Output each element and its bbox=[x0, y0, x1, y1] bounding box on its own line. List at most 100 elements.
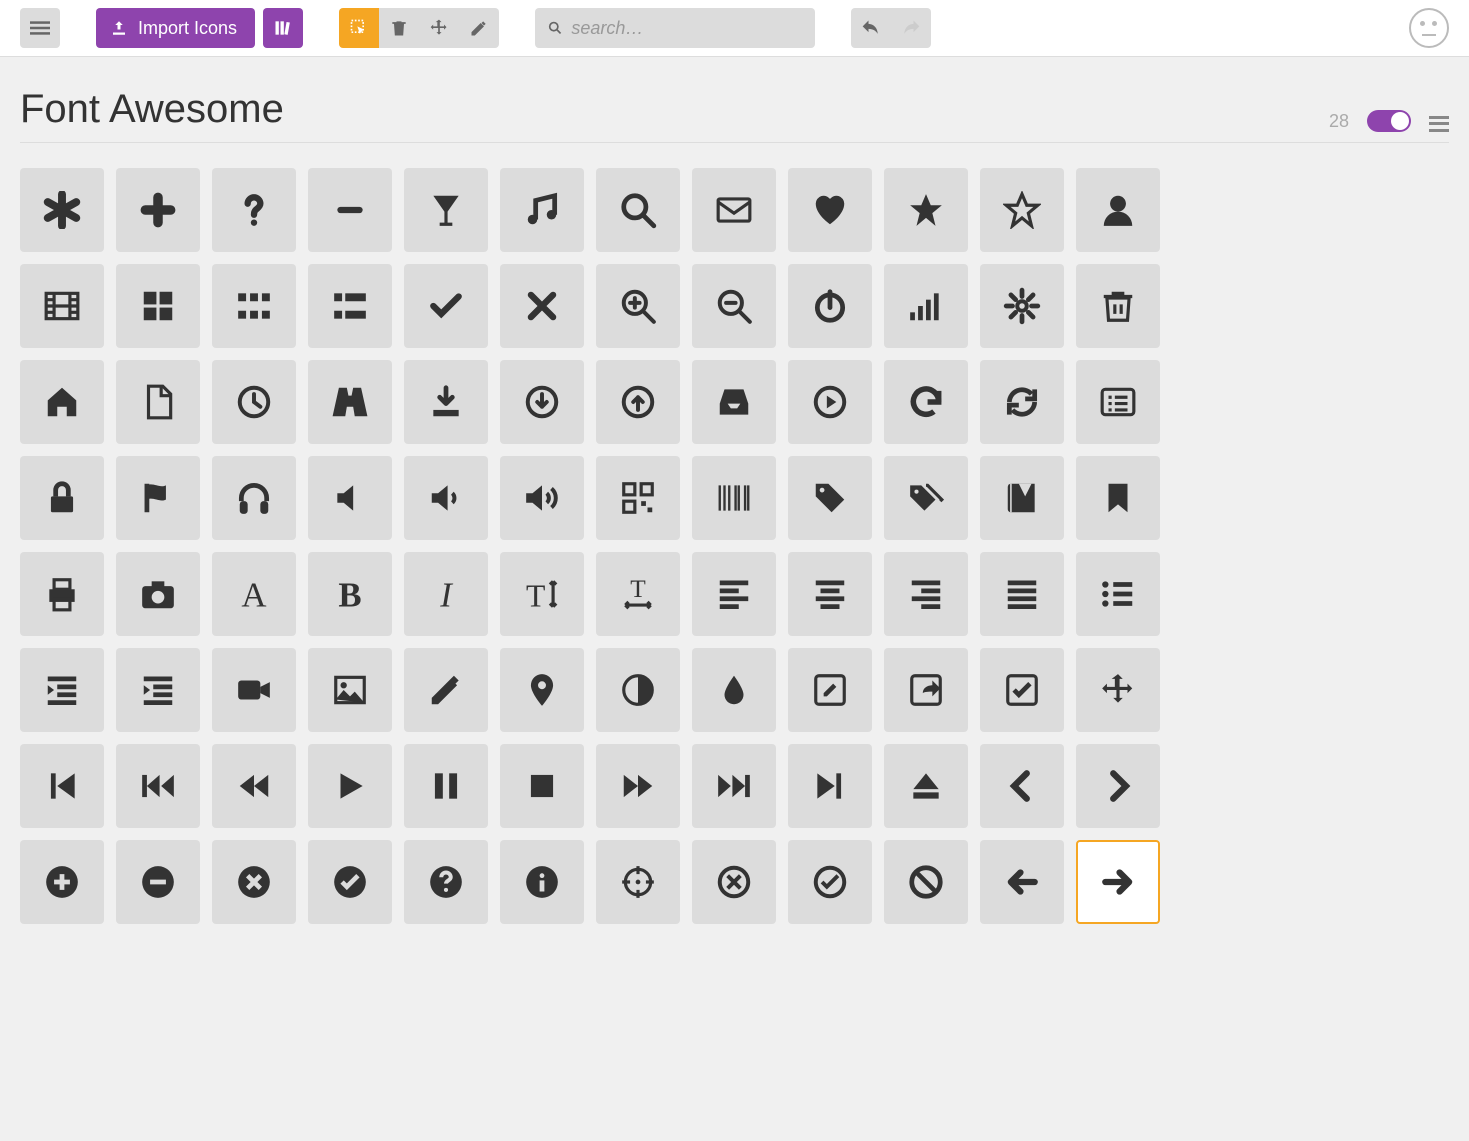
icon-cell-trash-o[interactable] bbox=[1076, 264, 1160, 348]
icon-cell-inbox[interactable] bbox=[692, 360, 776, 444]
icon-cell-headphones[interactable] bbox=[212, 456, 296, 540]
select-tool-button[interactable] bbox=[339, 8, 379, 48]
icon-cell-align-right[interactable] bbox=[884, 552, 968, 636]
icon-cell-volume-down[interactable] bbox=[404, 456, 488, 540]
icon-cell-power-off[interactable] bbox=[788, 264, 872, 348]
icon-cell-italic[interactable]: I bbox=[404, 552, 488, 636]
icon-cell-outdent[interactable] bbox=[20, 648, 104, 732]
icon-cell-chevron-left[interactable] bbox=[980, 744, 1064, 828]
icon-cell-fast-forward[interactable] bbox=[692, 744, 776, 828]
icon-cell-lock[interactable] bbox=[20, 456, 104, 540]
icon-cell-star-o[interactable] bbox=[980, 168, 1064, 252]
icon-cell-tint[interactable] bbox=[692, 648, 776, 732]
icon-cell-ban[interactable] bbox=[884, 840, 968, 924]
icon-cell-file-o[interactable] bbox=[116, 360, 200, 444]
icon-cell-text-width[interactable]: T bbox=[596, 552, 680, 636]
icon-cell-th-large[interactable] bbox=[116, 264, 200, 348]
icon-cell-minus-circle[interactable] bbox=[116, 840, 200, 924]
icon-cell-download[interactable] bbox=[404, 360, 488, 444]
icon-cell-search[interactable] bbox=[596, 168, 680, 252]
search-field[interactable] bbox=[535, 8, 815, 48]
icon-cell-align-left[interactable] bbox=[692, 552, 776, 636]
icon-cell-star[interactable] bbox=[884, 168, 968, 252]
delete-button[interactable] bbox=[379, 8, 419, 48]
icon-cell-align-justify[interactable] bbox=[980, 552, 1064, 636]
library-button[interactable] bbox=[263, 8, 303, 48]
icon-cell-pencil[interactable] bbox=[404, 648, 488, 732]
icon-cell-adjust[interactable] bbox=[596, 648, 680, 732]
icon-cell-font[interactable]: A bbox=[212, 552, 296, 636]
move-tool-button[interactable] bbox=[419, 8, 459, 48]
icon-cell-info-circle[interactable] bbox=[500, 840, 584, 924]
icon-cell-list[interactable] bbox=[1076, 552, 1160, 636]
icon-cell-step-forward[interactable] bbox=[788, 744, 872, 828]
icon-cell-question[interactable] bbox=[212, 168, 296, 252]
icon-cell-tag[interactable] bbox=[788, 456, 872, 540]
icon-cell-th[interactable] bbox=[212, 264, 296, 348]
icon-cell-signal[interactable] bbox=[884, 264, 968, 348]
icon-cell-arrow-circle-o-up[interactable] bbox=[596, 360, 680, 444]
icon-cell-play-circle-o[interactable] bbox=[788, 360, 872, 444]
icon-cell-fast-backward[interactable] bbox=[116, 744, 200, 828]
icon-cell-align-center[interactable] bbox=[788, 552, 872, 636]
icon-cell-refresh[interactable] bbox=[980, 360, 1064, 444]
icon-cell-check-circle-o[interactable] bbox=[788, 840, 872, 924]
import-icons-button[interactable]: Import Icons bbox=[96, 8, 255, 48]
set-menu-button[interactable] bbox=[1429, 116, 1449, 132]
icon-cell-eject[interactable] bbox=[884, 744, 968, 828]
search-input[interactable] bbox=[571, 18, 803, 39]
icon-cell-check-square-o[interactable] bbox=[980, 648, 1064, 732]
icon-cell-arrow-right[interactable] bbox=[1076, 840, 1160, 924]
icon-cell-question-circle[interactable] bbox=[404, 840, 488, 924]
icon-cell-chevron-right[interactable] bbox=[1076, 744, 1160, 828]
icon-cell-glass[interactable] bbox=[404, 168, 488, 252]
icon-cell-pencil-square-o[interactable] bbox=[788, 648, 872, 732]
menu-button[interactable] bbox=[20, 8, 60, 48]
icon-cell-plus[interactable] bbox=[116, 168, 200, 252]
icon-cell-heart[interactable] bbox=[788, 168, 872, 252]
icon-cell-play[interactable] bbox=[308, 744, 392, 828]
icon-cell-clock-o[interactable] bbox=[212, 360, 296, 444]
icon-cell-share-square-o[interactable] bbox=[884, 648, 968, 732]
icon-cell-cog[interactable] bbox=[980, 264, 1064, 348]
icon-cell-film[interactable] bbox=[20, 264, 104, 348]
icon-cell-repeat[interactable] bbox=[884, 360, 968, 444]
icon-cell-times-circle[interactable] bbox=[212, 840, 296, 924]
icon-cell-stop[interactable] bbox=[500, 744, 584, 828]
icon-cell-arrow-circle-o-down[interactable] bbox=[500, 360, 584, 444]
icon-cell-barcode[interactable] bbox=[692, 456, 776, 540]
icon-cell-minus[interactable] bbox=[308, 168, 392, 252]
icon-cell-envelope-o[interactable] bbox=[692, 168, 776, 252]
icon-cell-picture-o[interactable] bbox=[308, 648, 392, 732]
icon-cell-video-camera[interactable] bbox=[212, 648, 296, 732]
undo-button[interactable] bbox=[851, 8, 891, 48]
icon-cell-road[interactable] bbox=[308, 360, 392, 444]
icon-cell-plus-circle[interactable] bbox=[20, 840, 104, 924]
icon-cell-print[interactable] bbox=[20, 552, 104, 636]
icon-cell-crosshairs[interactable] bbox=[596, 840, 680, 924]
icon-cell-user[interactable] bbox=[1076, 168, 1160, 252]
icon-cell-book[interactable] bbox=[980, 456, 1064, 540]
icon-cell-times[interactable] bbox=[500, 264, 584, 348]
icon-cell-asterisk[interactable] bbox=[20, 168, 104, 252]
icon-cell-forward[interactable] bbox=[596, 744, 680, 828]
icon-cell-backward[interactable] bbox=[212, 744, 296, 828]
account-icon[interactable] bbox=[1409, 8, 1449, 48]
icon-cell-music[interactable] bbox=[500, 168, 584, 252]
icon-cell-indent[interactable] bbox=[116, 648, 200, 732]
icon-cell-flag[interactable] bbox=[116, 456, 200, 540]
icon-cell-th-list[interactable] bbox=[308, 264, 392, 348]
icon-cell-volume-up[interactable] bbox=[500, 456, 584, 540]
icon-cell-bookmark[interactable] bbox=[1076, 456, 1160, 540]
edit-tool-button[interactable] bbox=[459, 8, 499, 48]
icon-cell-camera[interactable] bbox=[116, 552, 200, 636]
icon-cell-arrows[interactable] bbox=[1076, 648, 1160, 732]
icon-cell-tags[interactable] bbox=[884, 456, 968, 540]
icon-cell-bold[interactable]: B bbox=[308, 552, 392, 636]
set-toggle[interactable] bbox=[1367, 110, 1411, 132]
icon-cell-times-circle-o[interactable] bbox=[692, 840, 776, 924]
icon-cell-pause[interactable] bbox=[404, 744, 488, 828]
redo-button[interactable] bbox=[891, 8, 931, 48]
icon-cell-search-minus[interactable] bbox=[692, 264, 776, 348]
icon-cell-text-height[interactable]: T bbox=[500, 552, 584, 636]
